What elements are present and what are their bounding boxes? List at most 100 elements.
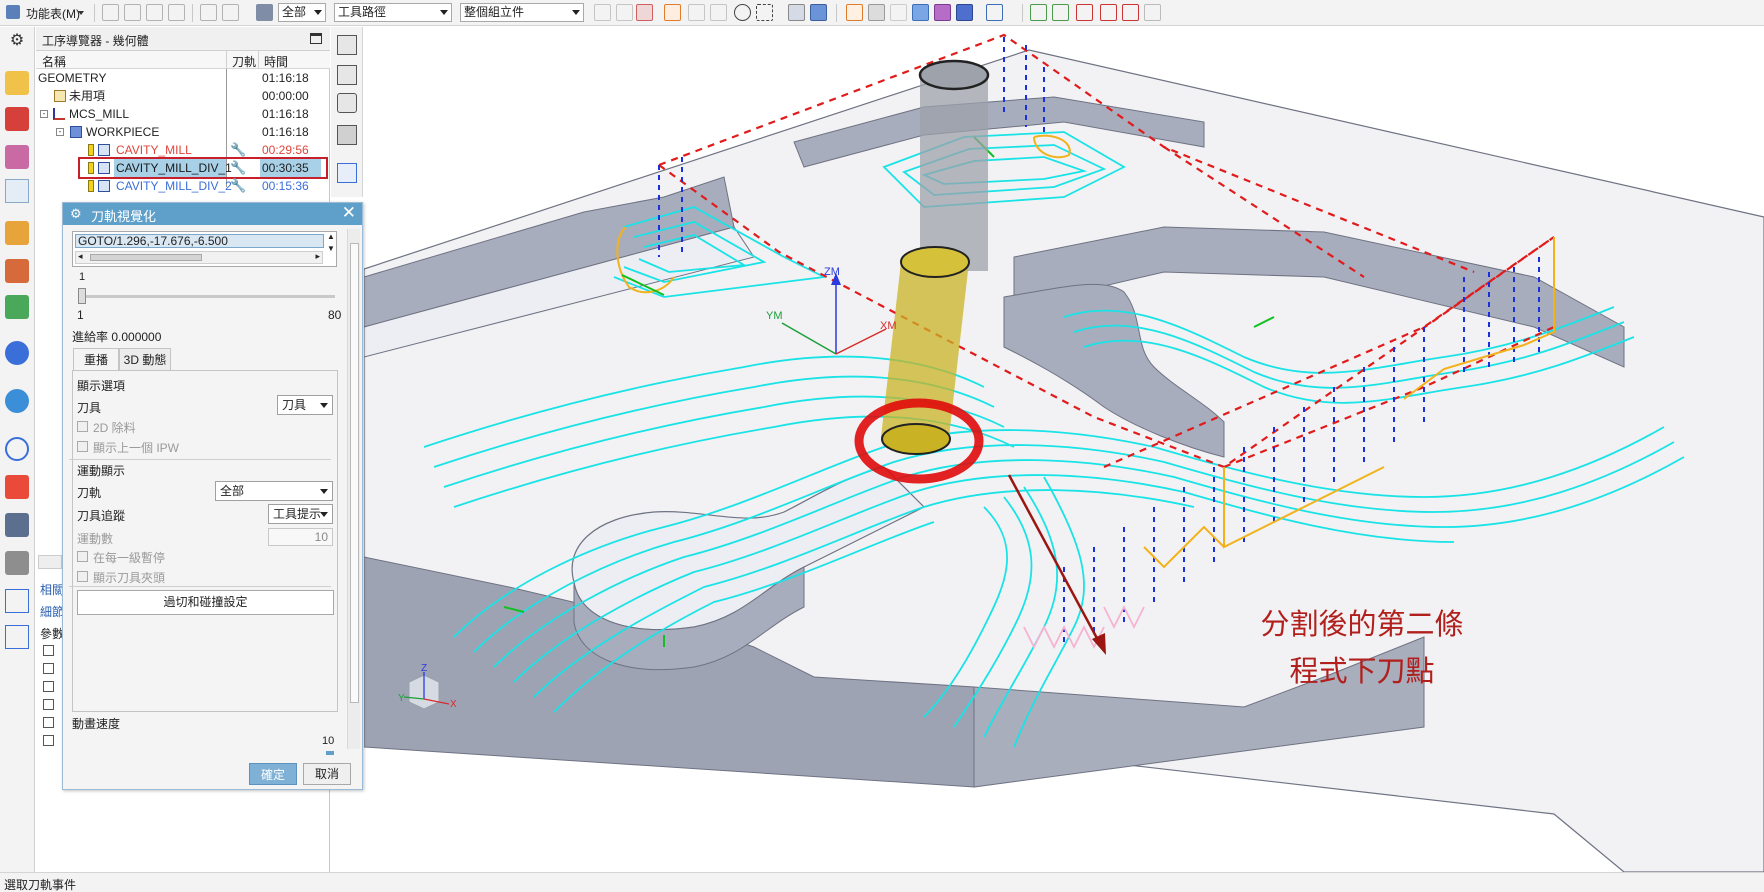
manufacturing-wizard-icon[interactable] (5, 551, 29, 575)
shaded-edge-icon[interactable] (810, 4, 827, 21)
gear-icon[interactable]: ⚙ (70, 207, 84, 221)
collapse-icon[interactable]: - (40, 110, 48, 118)
list-icon[interactable] (168, 4, 185, 21)
menu-button[interactable]: 功能表(M) (6, 3, 86, 23)
path-select[interactable]: 工具路徑 (334, 3, 452, 22)
group-icon[interactable] (146, 4, 163, 21)
machine-navigator-icon[interactable] (5, 221, 29, 245)
face-icon[interactable] (337, 35, 357, 55)
dialog-scrollbar[interactable] (347, 229, 360, 749)
tree-row-geometry[interactable]: GEOMETRY 01:16:18 (36, 69, 330, 87)
window-select-icon[interactable] (756, 4, 773, 21)
tool-trace-select[interactable]: 工具提示 (268, 504, 333, 524)
chevron-left-icon[interactable]: ◂ (78, 251, 83, 262)
wcs-save-icon[interactable] (1144, 4, 1161, 21)
tree-row-cavity-mill-div-1[interactable]: CAVITY_MILL_DIV_1 🔧 00:30:35 (36, 157, 330, 179)
slider-track[interactable] (79, 295, 335, 298)
motion-count-input[interactable]: 10 (268, 528, 333, 546)
listbox-hscrollbar[interactable]: ◂ ▸ (75, 251, 323, 264)
wcs-orient-icon[interactable] (1052, 4, 1069, 21)
tree-row-mcs-mill[interactable]: - MCS_MILL 01:16:18 (36, 105, 330, 123)
remove-2d-checkbox[interactable] (77, 421, 88, 432)
scrollbar-thumb[interactable] (350, 243, 359, 703)
history-icon[interactable] (5, 437, 29, 461)
settings-icon[interactable] (222, 4, 239, 21)
cancel-button[interactable]: 取消 (303, 763, 351, 785)
column-toolpath[interactable]: 刀軌 (232, 53, 256, 70)
reuse-library-icon[interactable] (5, 259, 29, 283)
snap-mid-icon[interactable] (710, 4, 727, 21)
detail-checkbox[interactable] (43, 735, 54, 746)
palette-icon[interactable] (5, 475, 29, 499)
details-panel-label[interactable]: 細節 (40, 603, 64, 620)
detail-checkbox[interactable] (43, 663, 54, 674)
tab-3d-dynamic[interactable]: 3D 動態 (119, 348, 171, 371)
snap-icon[interactable] (102, 4, 119, 21)
view-wire-icon[interactable] (890, 4, 907, 21)
ok-button[interactable]: 確定 (249, 763, 297, 785)
selection-filter-icon[interactable] (594, 4, 611, 21)
assembly-navigator-icon[interactable] (5, 71, 29, 95)
tab-replay[interactable]: 重播 (73, 348, 119, 371)
dialog-title-bar[interactable]: ⚙ 刀軌視覺化 ✕ (63, 203, 362, 225)
maximize-icon[interactable] (310, 33, 322, 44)
toolpath-select[interactable]: 全部 (215, 481, 333, 501)
animation-speed-slider[interactable] (326, 751, 334, 755)
column-name[interactable]: 名稱 (42, 53, 66, 70)
web-browser-icon[interactable] (5, 389, 29, 413)
cube-select-icon[interactable] (664, 4, 681, 21)
circle-icon[interactable] (734, 4, 751, 21)
database-icon[interactable] (256, 4, 273, 21)
detail-checkbox[interactable] (43, 645, 54, 656)
collapse-icon[interactable]: - (56, 128, 64, 136)
view-iso-icon[interactable] (868, 4, 885, 21)
related-panel-label[interactable]: 相關 (40, 581, 64, 598)
tree-row-cavity-mill-div-2[interactable]: CAVITY_MILL_DIV_2 🔧 00:15:36 (36, 177, 330, 195)
view-shade-icon[interactable] (912, 4, 929, 21)
view-front-icon[interactable] (846, 4, 863, 21)
goto-line-selected[interactable]: GOTO/1.296,-17.676,-6.500 (75, 234, 324, 248)
pick-icon[interactable] (616, 4, 633, 21)
chevron-up-icon[interactable]: ▲ (327, 232, 335, 241)
filter-select[interactable]: 全部 (278, 3, 326, 22)
assembly-select[interactable]: 整個組立件 (460, 3, 584, 22)
show-prev-ipw-checkbox[interactable] (77, 441, 88, 452)
pause-each-checkbox[interactable] (77, 551, 88, 562)
show-holder-checkbox[interactable] (77, 571, 88, 582)
graphics-viewport[interactable]: ZM YM XM Z Y X 分割後的第二條 程式下刀點 (364, 27, 1764, 872)
gear-icon[interactable]: ⚙ (5, 31, 29, 55)
library-icon[interactable] (5, 295, 29, 319)
process-studio-icon[interactable] (5, 513, 29, 537)
fit-view-icon[interactable] (337, 163, 357, 183)
scroll-thumb[interactable] (90, 254, 202, 261)
role-icon[interactable] (5, 589, 29, 613)
point-icon[interactable] (636, 4, 653, 21)
chevron-down-icon[interactable]: ▼ (327, 244, 335, 253)
wcs-move-icon[interactable] (1076, 4, 1093, 21)
detail-checkbox[interactable] (43, 717, 54, 728)
navigator-hscroll[interactable] (38, 555, 62, 569)
hole-icon[interactable] (337, 93, 357, 113)
gouge-collision-settings-button[interactable]: 過切和碰撞設定 (77, 590, 334, 615)
column-time[interactable]: 時間 (264, 53, 288, 70)
shaded-cube-icon[interactable] (788, 4, 805, 21)
tool-select[interactable]: 刀具 (277, 395, 333, 415)
snap-end-icon[interactable] (688, 4, 705, 21)
wcs-icon[interactable] (1030, 4, 1047, 21)
detail-checkbox[interactable] (43, 699, 54, 710)
tree-icon[interactable] (124, 4, 141, 21)
edge-icon[interactable] (337, 65, 357, 85)
part-navigator-icon[interactable] (5, 145, 29, 169)
chevron-right-icon[interactable]: ▸ (315, 251, 320, 262)
render-icon[interactable] (986, 4, 1003, 21)
info-icon[interactable] (5, 341, 29, 365)
system-scene-icon[interactable] (5, 625, 29, 649)
tree-row-workpiece[interactable]: - WORKPIECE 01:16:18 (36, 123, 330, 141)
wcs-rotate-icon[interactable] (1100, 4, 1117, 21)
close-icon[interactable]: ✕ (342, 204, 356, 222)
goto-listbox[interactable]: GOTO/1.296,-17.676,-6.500 ◂ ▸ ▲ ▼ (72, 231, 337, 267)
constraint-navigator-icon[interactable] (5, 107, 29, 131)
view-color-icon[interactable] (934, 4, 951, 21)
tool-icon[interactable] (337, 125, 357, 145)
operation-navigator-icon[interactable] (5, 179, 29, 203)
